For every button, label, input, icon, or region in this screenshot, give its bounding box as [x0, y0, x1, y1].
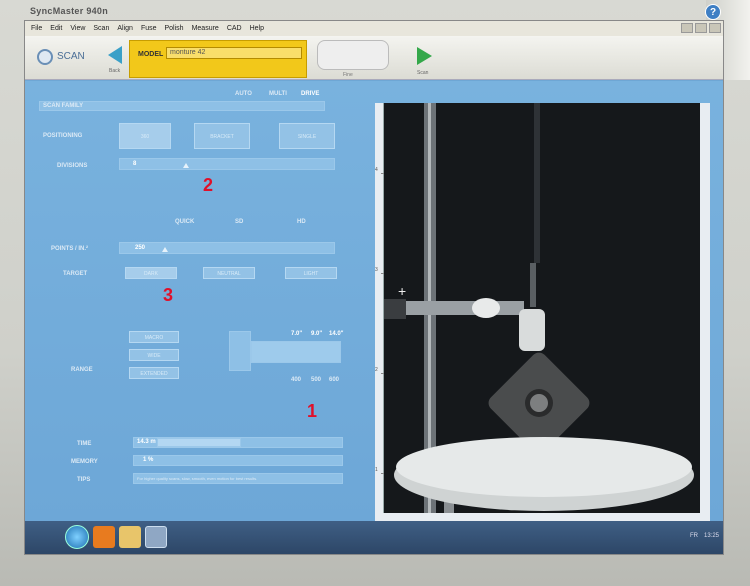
fine-control[interactable] [317, 40, 389, 70]
help-icon[interactable]: ? [705, 4, 721, 20]
annotation-1: 1 [307, 401, 318, 421]
camera-scale: 4 3 2 1 [375, 103, 384, 513]
fine-label: Fine [343, 72, 353, 78]
language-indicator[interactable]: FR [690, 533, 698, 539]
field-of-view-cone [251, 341, 341, 363]
mode-drive[interactable]: DRIVE [301, 91, 319, 97]
window-controls [681, 23, 721, 33]
fov-14: 14.0" [329, 331, 344, 337]
time-value: 14.3 m [137, 439, 156, 445]
screen: File Edit View Scan Align Fuse Polish Me… [24, 20, 724, 555]
menu-file[interactable]: File [31, 25, 42, 32]
positioning-360-button[interactable]: 360 [119, 123, 171, 149]
mode-auto[interactable]: AUTO [235, 91, 252, 97]
scale-label-4: 4 [375, 167, 378, 173]
range-wide-button[interactable]: WIDE [129, 349, 179, 361]
menu-fuse[interactable]: Fuse [141, 25, 157, 32]
scan-settings-area: SCAN FAMILY AUTO MULTI DRIVE POSITIONING… [25, 81, 723, 521]
minimize-icon[interactable] [681, 23, 693, 33]
divisions-value: 8 [133, 161, 137, 167]
menu-cad[interactable]: CAD [227, 25, 242, 32]
positioning-bracket-button[interactable]: BRACKET [194, 123, 250, 149]
camera-view: 4 3 2 1 + [375, 103, 710, 521]
fov-9: 9.0" [311, 331, 323, 337]
taskbar: FR 13:25 [25, 521, 723, 554]
firefox-icon[interactable] [93, 526, 115, 548]
time-label: TIME [77, 441, 92, 447]
toolbar: SCAN Back MODEL monture 42 Fine Scan [25, 36, 723, 80]
model-name-input[interactable]: monture 42 [166, 47, 302, 59]
crosshair-icon: + [398, 283, 407, 299]
quality-quick[interactable]: QUICK [175, 219, 194, 225]
scale-label-2: 2 [375, 367, 378, 373]
system-tray: FR 13:25 [690, 533, 719, 539]
start-label: Scan [417, 70, 429, 76]
points-value: 250 [135, 245, 146, 251]
range-extended-button[interactable]: EXTENDED [129, 367, 179, 379]
dist-400: 400 [291, 377, 302, 383]
target-light-button[interactable]: LIGHT [285, 267, 337, 279]
quality-hd[interactable]: HD [297, 219, 306, 225]
start-scan-icon[interactable] [417, 47, 432, 65]
model-panel: MODEL monture 42 [129, 40, 307, 78]
menu-measure[interactable]: Measure [192, 25, 219, 32]
target-dark-button[interactable]: DARK [125, 267, 177, 279]
quality-sd[interactable]: SD [235, 219, 243, 225]
points-slider[interactable] [119, 242, 335, 254]
annotation-3: 3 [163, 285, 174, 305]
mode-multi[interactable]: MULTI [269, 91, 287, 97]
tips-label: TIPS [77, 477, 91, 483]
menu-align[interactable]: Align [117, 25, 133, 32]
menu-edit[interactable]: Edit [50, 25, 62, 32]
positioning-label: POSITIONING [43, 133, 83, 139]
maximize-icon[interactable] [695, 23, 707, 33]
target-neutral-button[interactable]: NEUTRAL [203, 267, 255, 279]
scale-label-1: 1 [375, 467, 378, 473]
back-label: Back [109, 68, 121, 74]
camera-feed-image [384, 103, 700, 513]
settings-panel: SCAN FAMILY AUTO MULTI DRIVE POSITIONING… [39, 91, 349, 511]
clock[interactable]: 13:25 [704, 533, 719, 539]
dist-600: 600 [329, 377, 340, 383]
tips-text: For higher quality scans, slow, smooth, … [137, 476, 258, 481]
divisions-slider-thumb[interactable] [183, 163, 189, 168]
divisions-label: DIVISIONS [57, 163, 88, 169]
scan-family-label: SCAN FAMILY [43, 103, 84, 109]
camera-feed: + [384, 103, 700, 513]
range-label: RANGE [71, 367, 93, 373]
back-arrow-icon[interactable] [108, 46, 122, 64]
points-slider-thumb[interactable] [162, 247, 168, 252]
menu-polish[interactable]: Polish [165, 25, 184, 32]
explorer-icon[interactable] [119, 526, 141, 548]
positioning-single-button[interactable]: SINGLE [279, 123, 335, 149]
memory-label: MEMORY [71, 459, 98, 465]
menu-scan[interactable]: Scan [93, 25, 109, 32]
target-label: TARGET [63, 271, 88, 277]
model-label: MODEL [138, 51, 164, 58]
menu-help[interactable]: Help [250, 25, 264, 32]
memory-value: 1 % [143, 457, 154, 463]
close-icon[interactable] [709, 23, 721, 33]
menu-view[interactable]: View [70, 25, 85, 32]
fov-7: 7.0" [291, 331, 303, 337]
range-macro-button[interactable]: MACRO [129, 331, 179, 343]
annotation-2: 2 [203, 175, 214, 195]
workflow-title: SCAN [57, 51, 85, 62]
time-bar-fill [157, 438, 241, 447]
menu-bar: File Edit View Scan Align Fuse Polish Me… [25, 21, 723, 36]
dist-500: 500 [311, 377, 322, 383]
divisions-slider[interactable] [119, 158, 335, 170]
scale-label-3: 3 [375, 267, 378, 273]
scanner-device-icon [229, 331, 251, 371]
start-button-icon[interactable] [65, 525, 89, 549]
memory-bar [133, 455, 343, 466]
points-label: POINTS / IN.² [51, 246, 89, 252]
scan-app-icon[interactable] [145, 526, 167, 548]
scan-icon [37, 49, 53, 65]
monitor-brand: SyncMaster 940n [30, 6, 109, 16]
